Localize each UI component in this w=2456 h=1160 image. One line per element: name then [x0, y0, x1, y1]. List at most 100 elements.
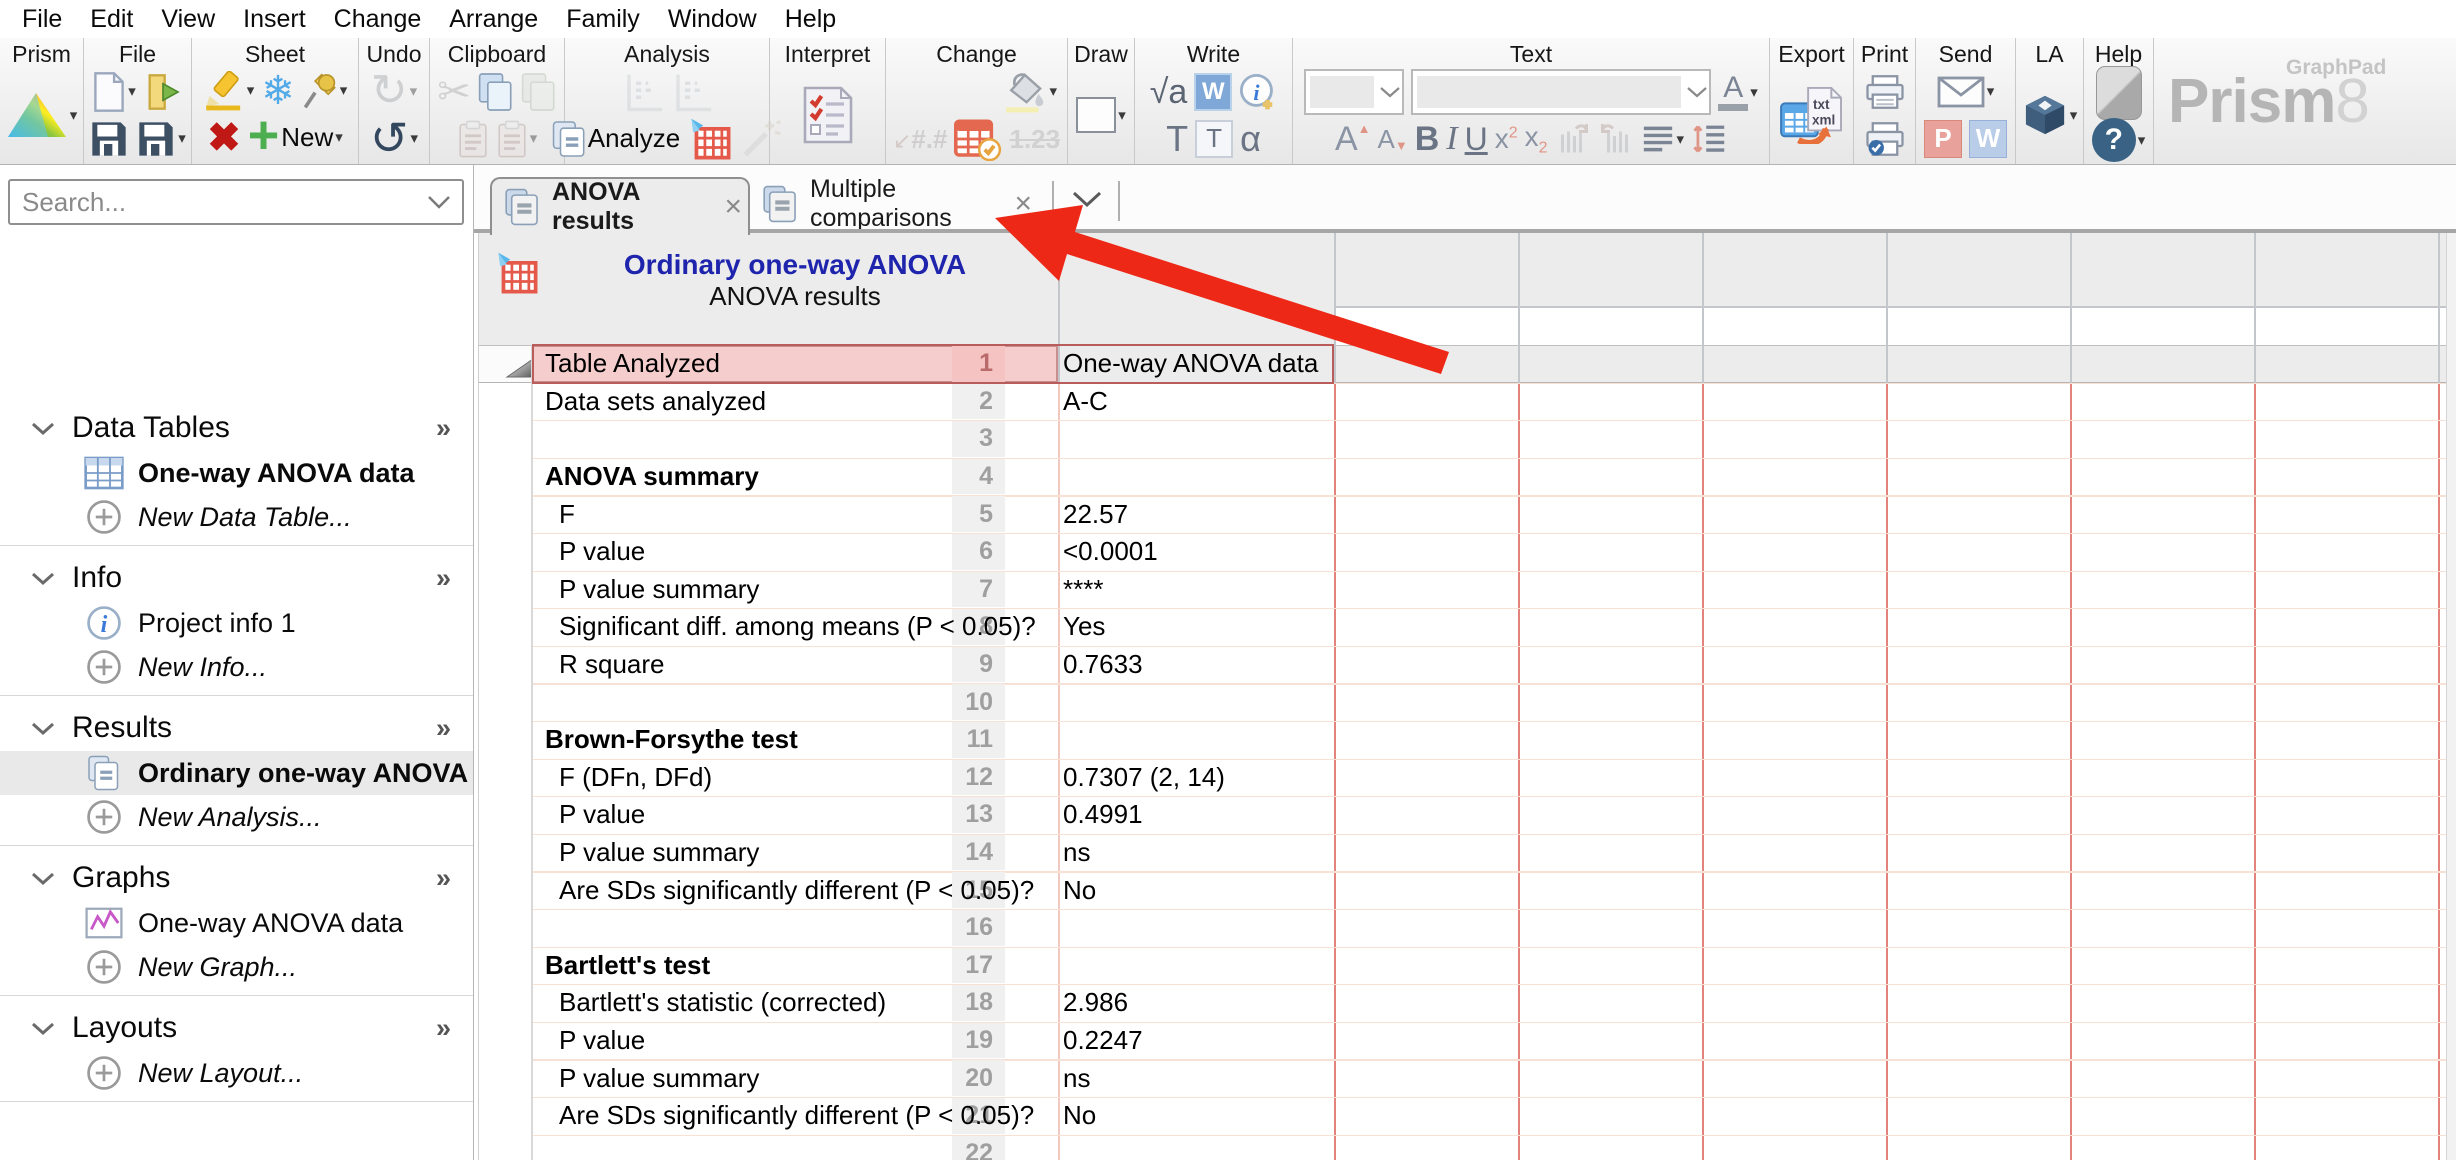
- sidebar-section-graphs[interactable]: Graphs»: [0, 861, 473, 895]
- row-value-cell[interactable]: 0.2247: [1063, 1022, 1334, 1060]
- sidebar-item-ordinary-one-way-anova-of-on[interactable]: Ordinary one-way ANOVA of On…: [0, 751, 473, 795]
- row-label-cell[interactable]: F: [559, 495, 1058, 533]
- rotate-right-button[interactable]: [1598, 121, 1634, 157]
- row-label-cell[interactable]: P value summary: [559, 571, 1058, 609]
- sidebar-item-new-info[interactable]: New Info...: [0, 645, 473, 689]
- new-sheet-button[interactable]: +New▾: [248, 114, 343, 162]
- row-value-cell[interactable]: 0.4991: [1063, 796, 1334, 834]
- send-word-button[interactable]: W: [1969, 120, 2007, 158]
- line-spacing-button[interactable]: [1691, 121, 1727, 157]
- help-button[interactable]: ?▾: [2092, 118, 2146, 162]
- menu-window[interactable]: Window: [654, 5, 771, 34]
- row-label-cell[interactable]: Significant diff. among means (P < 0.05)…: [559, 608, 1058, 646]
- close-icon[interactable]: ×: [724, 190, 742, 224]
- row-number[interactable]: 22: [952, 1136, 1005, 1160]
- align-button[interactable]: ▾: [1641, 124, 1685, 154]
- row-label-cell[interactable]: Bartlett's statistic (corrected): [559, 984, 1058, 1022]
- chevron-down-icon[interactable]: [30, 721, 56, 736]
- menu-help[interactable]: Help: [771, 5, 850, 34]
- save-button[interactable]: [89, 119, 129, 159]
- row-value-cell[interactable]: No: [1063, 871, 1334, 909]
- italic-button[interactable]: I: [1446, 122, 1457, 156]
- menu-arrange[interactable]: Arrange: [435, 5, 552, 34]
- close-icon[interactable]: ×: [1014, 187, 1032, 221]
- menu-view[interactable]: View: [147, 5, 229, 34]
- row-label-cell[interactable]: Bartlett's test: [545, 947, 1044, 985]
- paste-button[interactable]: [457, 119, 489, 159]
- prism-academy-button[interactable]: [2096, 66, 2142, 120]
- tabs-dropdown-icon[interactable]: [1070, 189, 1104, 209]
- format-bucket-button[interactable]: ▾: [1001, 71, 1057, 113]
- sidebar-section-data-tables[interactable]: Data Tables»: [0, 411, 473, 445]
- delete-sheet-button[interactable]: ✖: [207, 118, 241, 158]
- greek-button[interactable]: α: [1240, 121, 1261, 157]
- draw-shape-button[interactable]: ▾: [1076, 97, 1126, 133]
- decimals-button[interactable]: 1.23: [1009, 126, 1060, 152]
- selected-cell-outline[interactable]: [532, 344, 1334, 384]
- row-value-cell[interactable]: ****: [1063, 571, 1334, 609]
- sidebar-item-new-analysis[interactable]: New Analysis...: [0, 795, 473, 839]
- font-color-button[interactable]: A▾: [1718, 73, 1758, 111]
- search-dropdown-icon[interactable]: [426, 194, 452, 210]
- menu-edit[interactable]: Edit: [76, 5, 147, 34]
- new-info-button[interactable]: i: [1239, 73, 1277, 111]
- chart-thumb-1[interactable]: [622, 71, 664, 113]
- email-button[interactable]: ▾: [1937, 75, 1995, 109]
- number-format-button[interactable]: ↙#.#: [893, 126, 948, 152]
- row-value-cell[interactable]: 0.7307 (2, 14): [1063, 759, 1334, 797]
- pin-button[interactable]: ▾: [302, 71, 348, 111]
- paste-special-button[interactable]: ▾: [496, 119, 538, 159]
- row-label-cell[interactable]: Brown-Forsythe test: [545, 721, 1044, 759]
- search-box[interactable]: [8, 179, 464, 225]
- row-label-cell[interactable]: P value: [559, 1022, 1058, 1060]
- search-input[interactable]: [10, 187, 426, 218]
- row-value-cell[interactable]: 0.7633: [1063, 646, 1334, 684]
- equation-button[interactable]: √a: [1150, 75, 1188, 109]
- open-file-button[interactable]: [143, 71, 183, 113]
- row-label-cell[interactable]: Are SDs significantly different (P < 0.0…: [559, 871, 1058, 909]
- vertical-scrollbar[interactable]: [2446, 233, 2456, 1160]
- interpret-checklist-button[interactable]: [801, 86, 855, 144]
- sidebar-item-one-way-anova-data[interactable]: One-way ANOVA data: [0, 451, 473, 495]
- row-value-cell[interactable]: 22.57: [1063, 495, 1334, 533]
- sidebar-section-more[interactable]: »: [436, 413, 451, 444]
- row-value-cell[interactable]: Yes: [1063, 608, 1334, 646]
- font-bigger-button[interactable]: A▲: [1335, 122, 1371, 156]
- redo-button[interactable]: ↻▾: [371, 69, 417, 113]
- row-label-cell[interactable]: ANOVA summary: [545, 458, 1044, 496]
- row-value-cell[interactable]: No: [1063, 1097, 1334, 1135]
- row-value-cell[interactable]: A-C: [1063, 383, 1334, 421]
- sidebar-section-more[interactable]: »: [436, 713, 451, 744]
- row-label-cell[interactable]: P value summary: [559, 1059, 1058, 1097]
- row-value-cell[interactable]: ns: [1063, 1059, 1334, 1097]
- send-powerpoint-button[interactable]: P: [1924, 120, 1962, 158]
- row-label-cell[interactable]: P value: [559, 533, 1058, 571]
- row-label-cell[interactable]: Are SDs significantly different (P < 0.0…: [559, 1097, 1058, 1135]
- copy-button[interactable]: [478, 72, 514, 112]
- rotate-left-button[interactable]: [1555, 121, 1591, 157]
- subscript-button[interactable]: x2: [1525, 121, 1548, 158]
- menu-change[interactable]: Change: [320, 5, 436, 34]
- sidebar-section-results[interactable]: Results»: [0, 711, 473, 745]
- tab-anova-results[interactable]: ANOVA results×: [490, 177, 750, 235]
- sidebar-item-one-way-anova-data[interactable]: One-way ANOVA data: [0, 901, 473, 945]
- chevron-down-icon[interactable]: [30, 871, 56, 886]
- prism-menu-button[interactable]: ▾: [6, 91, 78, 139]
- bold-button[interactable]: B: [1415, 122, 1440, 156]
- analysis-grid-button[interactable]: [687, 117, 733, 161]
- sidebar-section-info[interactable]: Info»: [0, 561, 473, 595]
- font-size-select[interactable]: [1304, 69, 1404, 115]
- highlight-button[interactable]: ▾: [203, 71, 255, 111]
- cut-button[interactable]: ✂: [437, 72, 471, 112]
- print-button[interactable]: [1864, 74, 1906, 110]
- sidebar-section-more[interactable]: »: [436, 1013, 451, 1044]
- row-number[interactable]: 16: [952, 910, 1005, 946]
- row-label-cell[interactable]: P value: [559, 796, 1058, 834]
- menu-family[interactable]: Family: [552, 5, 654, 34]
- row-value-cell[interactable]: 2.986: [1063, 984, 1334, 1022]
- tab-multiple-comparisons[interactable]: Multiple comparisons×: [750, 181, 1038, 227]
- sidebar-item-new-graph[interactable]: New Graph...: [0, 945, 473, 989]
- font-smaller-button[interactable]: A▼: [1378, 126, 1408, 152]
- superscript-button[interactable]: x2: [1495, 123, 1518, 155]
- sidebar-section-layouts[interactable]: Layouts»: [0, 1011, 473, 1045]
